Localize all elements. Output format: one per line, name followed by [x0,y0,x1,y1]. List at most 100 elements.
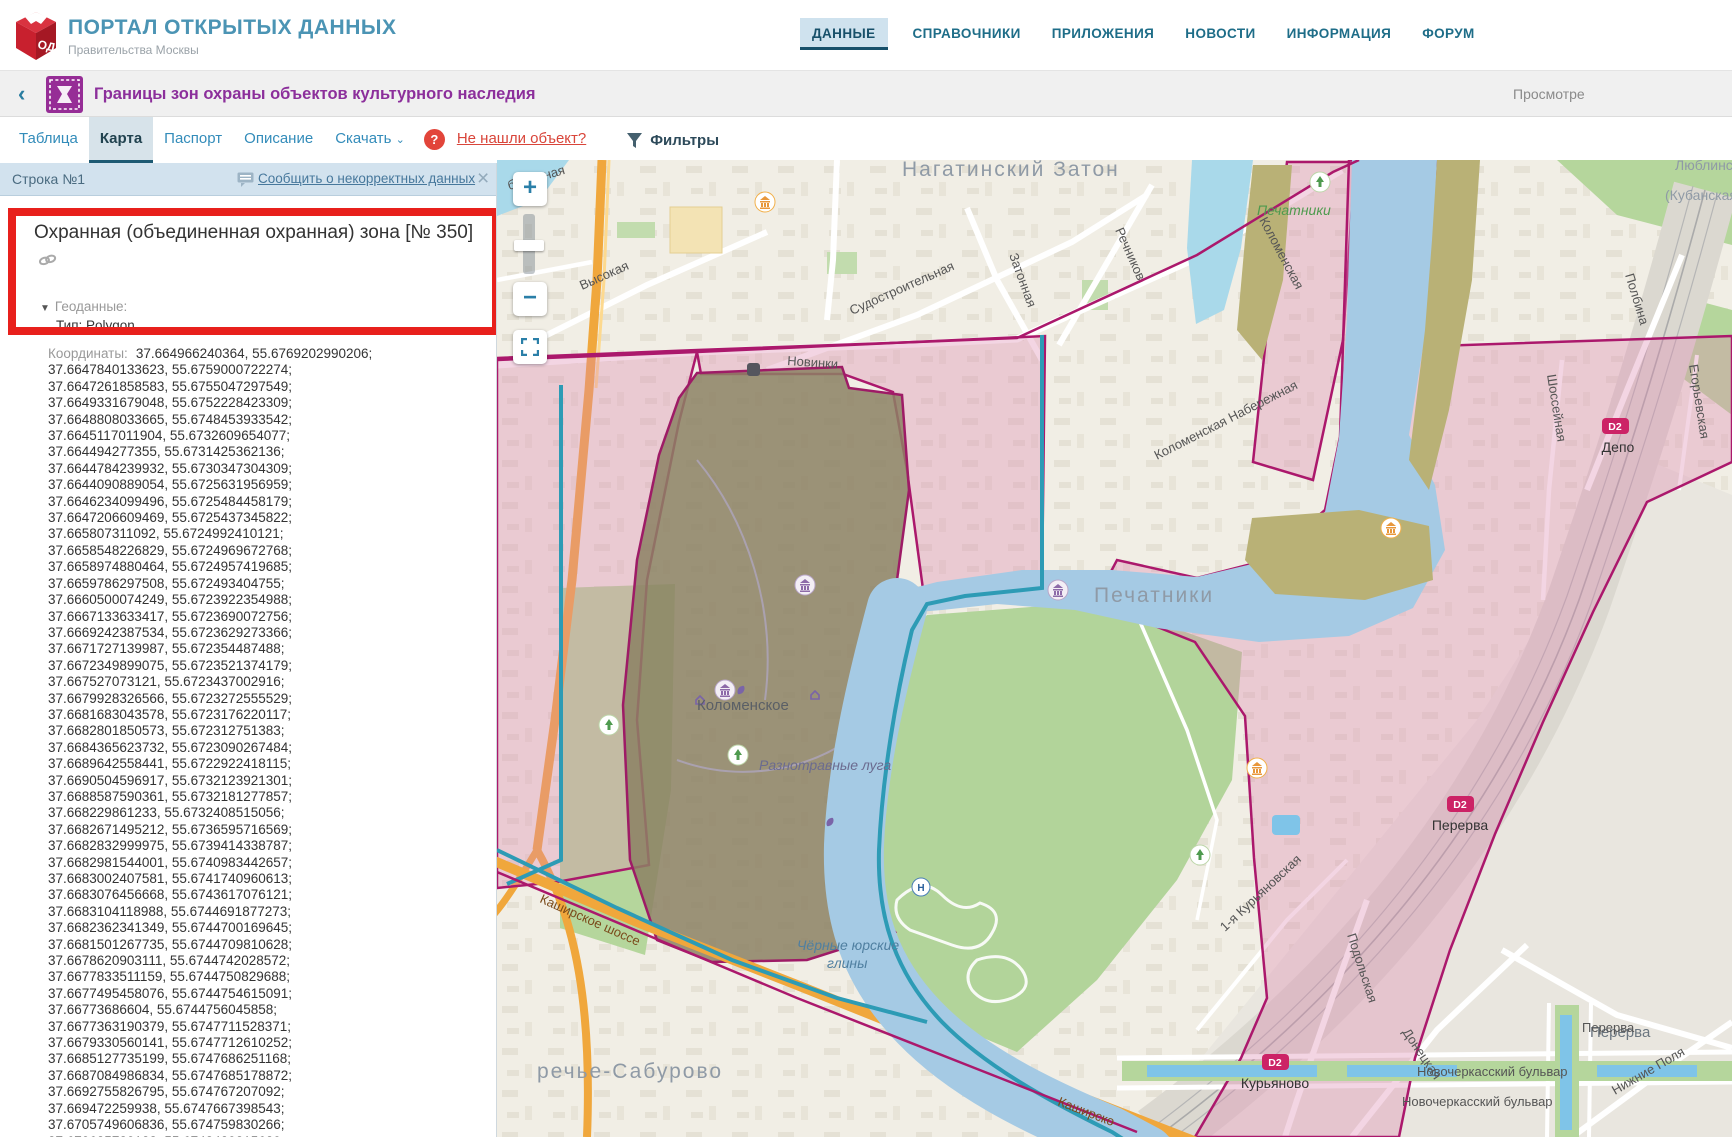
tab-bar: Таблица Карта Паспорт Описание Скачать ⌄… [0,117,1732,163]
svg-text:D2: D2 [1453,799,1467,811]
lock-icon [747,363,760,376]
label-clay1: Чёрные юрские [797,937,899,953]
coordinate-line: 37.6689642558441, 55.6722922418115; [48,756,488,772]
funnel-icon [626,132,643,149]
label-kolomenskoye: Коломенское [697,697,789,714]
helipad-icon: Н [917,883,924,894]
coordinate-line: 37.6705749606836, 55.674759830266; [48,1117,488,1133]
coordinate-line: 37.6682981544001, 55.6740983442657; [48,855,488,871]
coordinate-line: 37.664494277355, 55.6731425362136; [48,444,488,460]
fullscreen-button[interactable] [513,330,547,364]
coordinate-line: 37.6669242387534, 55.6723629273366; [48,625,488,641]
tree-icon [1310,172,1330,192]
label-kubanskaya: (Кубанская [1665,187,1732,203]
nav-informatsiya[interactable]: ИНФОРМАЦИЯ [1281,18,1398,50]
museum-icon [1048,580,1068,600]
coordinate-line: 37.6682801850573, 55.672312751383; [48,723,488,739]
coordinate-line: 37.6671727139987, 55.672354487488; [48,641,488,657]
tab-karta[interactable]: Карта [89,117,153,163]
link-icon[interactable] [38,253,57,266]
svg-text:D2: D2 [1608,421,1622,433]
coordinate-line: 37.6649331679048, 55.6752228423309; [48,395,488,411]
coordinates-list: 37.6647840133623, 55.6759000722274;37.66… [48,362,488,1137]
dataset-bar: ‹ Границы зон охраны объектов культурног… [0,70,1732,117]
coordinate-line: 37.6682832999975, 55.6739414338787; [48,838,488,854]
coordinate-line: 37.6684365623732, 55.6723090267484; [48,740,488,756]
coordinate-line: 37.6692755826795, 55.674767207092; [48,1084,488,1100]
close-icon[interactable]: × [477,167,489,191]
tab-opisanie[interactable]: Описание [233,117,324,163]
filters-button[interactable]: Фильтры [626,117,719,163]
coordinate-line: 37.6646234099496, 55.6725484458179; [48,494,488,510]
portal-logo-icon[interactable]: ОД [12,8,60,62]
row-label: Строка №1 [12,171,85,187]
nav-dannye[interactable]: ДАННЫЕ [800,18,888,50]
coordinate-line: 37.6690504596917, 55.6732123921301; [48,773,488,789]
nav-spravochniki[interactable]: СПРАВОЧНИКИ [907,18,1027,50]
label-clay2: глины [827,955,868,971]
museum-icon [795,575,815,595]
fullscreen-icon [521,338,539,356]
back-chevron-icon[interactable]: ‹ [18,81,25,107]
coordinate-line: 37.6648808033665, 55.6748453933542; [48,412,488,428]
svg-text:Депо: Депо [1602,439,1635,455]
coordinate-line: 37.6645117011904, 55.6732609654077; [48,428,488,444]
report-incorrect-data-link[interactable]: Сообщить о некорректных данных [258,171,475,186]
coordinate-line: 37.6677363190379, 55.6747711528371; [48,1019,488,1035]
map-svg: Н D2 Депо D2 Перерва D2 Курьяново Нагати… [497,160,1732,1137]
large-building [670,207,722,253]
geodata-toggle[interactable]: ▼Геоданные: [40,299,127,314]
tab-pasport[interactable]: Паспорт [153,117,233,163]
coordinate-line: 37.6681683043578, 55.6723176220117; [48,707,488,723]
portal-subtitle: Правительства Москвы [68,43,396,57]
museum-icon [1381,518,1401,538]
coordinate-line: 37.6644090889054, 55.6725631956959; [48,477,488,493]
coordinate-line: 37.668229861233, 55.6732408515056; [48,805,488,821]
zoom-out-button[interactable]: − [513,282,547,316]
svg-text:Новочеркасский бульвар: Новочеркасский бульвар [1402,1094,1553,1109]
coordinate-line: 37.6683002407581, 55.6741740960613; [48,871,488,887]
zoom-slider-handle[interactable] [514,240,544,251]
not-found-link[interactable]: Не нашли объект? [449,117,594,163]
coordinate-line: 37.6678620903111, 55.6744742028572; [48,953,488,969]
tab-tablitsa[interactable]: Таблица [8,117,89,163]
tab-skachat[interactable]: Скачать ⌄ [324,117,416,163]
coordinates-block: Координаты:37.664966240364, 55.676920299… [48,346,488,1137]
zoom-in-button[interactable]: + [513,172,547,206]
portal-title: ПОРТАЛ ОТКРЫТЫХ ДАННЫХ [68,16,396,40]
label-meadow: Разнотравные луга [759,757,891,773]
nav-prilozheniya[interactable]: ПРИЛОЖЕНИЯ [1046,18,1161,50]
tree-icon [1190,845,1210,865]
coordinate-line: 37.669472259938, 55.6747667398543; [48,1101,488,1117]
coordinate-line: 37.6672349899075, 55.6723521374179; [48,658,488,674]
coordinate-line: 37.6679928326566, 55.6723272555529; [48,691,488,707]
coordinate-line: 37.6677495458076, 55.6744754615091; [48,986,488,1002]
label-lyublino: Люблинск [1675,160,1732,173]
object-title: Охранная (объединенная охранная) зона [№… [34,219,482,273]
coordinates-label: Координаты: [48,346,128,361]
coordinate-line: 37.6658974880464, 55.6724957419685; [48,559,488,575]
coordinate-line: 37.6644784239932, 55.6730347304309; [48,461,488,477]
triangle-down-icon: ▼ [40,303,50,314]
views-label[interactable]: Просмотре [1513,86,1585,102]
nav-forum[interactable]: ФОРУМ [1416,18,1481,50]
coordinate-line: 37.665807311092, 55.6724992410121; [48,526,488,542]
river-island [1245,510,1433,600]
coordinate-line: 37.667527073121, 55.6723437002916; [48,674,488,690]
svg-text:Курьяново: Курьяново [1241,1075,1309,1091]
coordinate-line: 37.6687084986834, 55.6747685178872; [48,1068,488,1084]
main-nav: ДАННЫЕ СПРАВОЧНИКИ ПРИЛОЖЕНИЯ НОВОСТИ ИН… [800,18,1481,50]
dataset-category-icon[interactable] [46,76,83,113]
dataset-title: Границы зон охраны объектов культурного … [94,85,536,104]
coordinate-line: 37.66773686604, 55.6744756045858; [48,1002,488,1018]
coordinate-line: 37.6683076456668, 55.6743617076121; [48,887,488,903]
feature-panel-header: Строка №1 Сообщить о некорректных данных… [0,163,497,196]
map-canvas[interactable]: Н D2 Депо D2 Перерва D2 Курьяново Нагати… [497,160,1732,1137]
label-nagatinsky-zaton: Нагатинский Затон [902,160,1120,181]
coordinate-line: 37.6659786297508, 55.672493404755; [48,576,488,592]
coordinate-line: 37.6681501267735, 55.6744709810628; [48,937,488,953]
museum-icon [1247,758,1267,778]
coordinate-line: 37.6685127735199, 55.6747686251168; [48,1051,488,1067]
nav-novosti[interactable]: НОВОСТИ [1179,18,1261,50]
help-icon[interactable]: ? [424,129,445,150]
